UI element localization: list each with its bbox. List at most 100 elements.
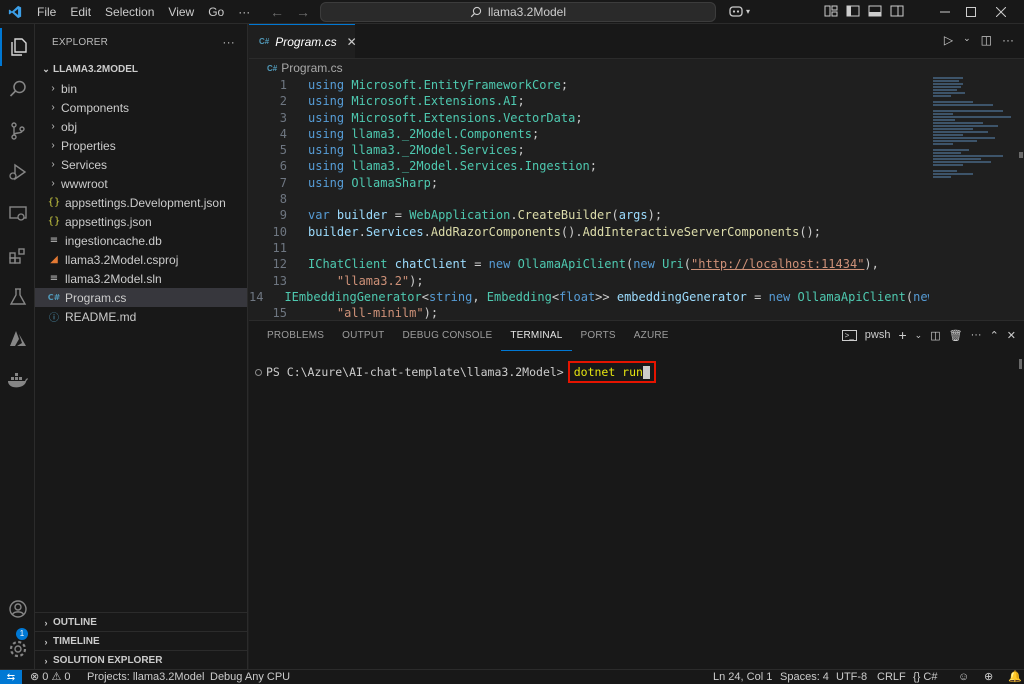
close-tab-icon[interactable]: ✕ xyxy=(347,35,357,49)
timeline-section[interactable]: › TIMELINE xyxy=(35,631,248,651)
tree-folder-components[interactable]: › Components xyxy=(35,98,247,117)
azure-activity[interactable] xyxy=(0,320,35,358)
trash-icon[interactable]: 🗑 xyxy=(949,329,963,342)
tab-debug-console[interactable]: DEBUG CONSOLE xyxy=(393,321,501,351)
chevron-down-icon: ▾ xyxy=(746,6,751,16)
project-status[interactable]: Projects: llama3.2Model xyxy=(87,670,204,684)
menu-more[interactable]: ··· xyxy=(231,0,257,24)
source-control-activity[interactable] xyxy=(0,112,35,150)
tree-file-readme[interactable]: ⓘ README.md xyxy=(35,307,247,326)
editor-scrollbar[interactable] xyxy=(1019,152,1023,158)
remote-indicator-icon[interactable]: ⇆ xyxy=(0,670,22,684)
code-line: 15 "all-minilm"); xyxy=(272,306,439,320)
run-debug-activity[interactable] xyxy=(0,153,35,191)
code-line: 14 IEmbeddingGenerator<string, Embedding<… xyxy=(249,289,929,304)
code-line: 10 builder.Services.AddRazorComponents().… xyxy=(272,224,822,239)
manage-activity[interactable] xyxy=(0,630,35,668)
breadcrumb-file: Program.cs xyxy=(281,61,343,75)
terminal-command: dotnet run xyxy=(573,365,643,379)
solution-explorer-label: SOLUTION EXPLORER xyxy=(53,655,163,666)
new-terminal-icon[interactable]: + xyxy=(898,327,906,343)
testing-activity[interactable] xyxy=(0,278,35,316)
debug-config-status[interactable]: Debug Any CPU xyxy=(210,670,290,684)
toggle-secondary-sidebar-icon[interactable] xyxy=(890,4,904,18)
tree-file-appsettings[interactable]: {} appsettings.json xyxy=(35,212,247,231)
toggle-primary-sidebar-icon[interactable] xyxy=(846,4,860,18)
tree-file-label: llama3.2Model.csproj xyxy=(65,252,179,267)
command-center-search[interactable]: llama3.2Model xyxy=(320,2,716,22)
menu-edit[interactable]: Edit xyxy=(63,0,98,24)
search-icon xyxy=(9,80,26,97)
tab-output[interactable]: OUTPUT xyxy=(333,321,393,351)
indentation-status[interactable]: Spaces: 4 xyxy=(780,670,829,684)
chevron-down-icon[interactable]: ⌄ xyxy=(963,33,971,47)
notifications-icon[interactable]: 🔔 xyxy=(1008,670,1022,684)
tree-file-ingestioncache[interactable]: ≡ ingestioncache.db xyxy=(35,231,247,250)
split-terminal-icon[interactable]: ◫ xyxy=(930,329,940,342)
toggle-panel-icon[interactable] xyxy=(868,4,882,18)
tab-program-cs[interactable]: C# Program.cs ✕ xyxy=(249,24,357,58)
menu-selection[interactable]: Selection xyxy=(98,0,161,24)
menu-file[interactable]: File xyxy=(30,0,63,24)
code-editor[interactable]: 1 using Microsoft.EntityFrameworkCore; 2u… xyxy=(249,77,929,320)
tree-folder-properties[interactable]: › Properties xyxy=(35,136,247,155)
more-actions-icon[interactable]: ··· xyxy=(971,329,982,341)
customize-layout-icon[interactable] xyxy=(824,4,838,18)
chevron-right-icon: › xyxy=(51,178,55,189)
problems-status[interactable]: ⊗ 0 ⚠ 0 xyxy=(30,670,70,684)
json-file-icon: {} xyxy=(47,197,61,208)
eol-status[interactable]: CRLF xyxy=(877,670,906,684)
accounts-activity[interactable] xyxy=(0,590,35,628)
solution-explorer-section[interactable]: › SOLUTION EXPLORER xyxy=(35,650,248,670)
tree-file-sln[interactable]: ≡ llama3.2Model.sln xyxy=(35,269,247,288)
terminal-output[interactable]: PS C:\Azure\AI-chat-template\llama3.2Mod… xyxy=(255,361,656,383)
explorer-sidebar: EXPLORER ··· ⌄ LLAMA3.2MODEL › bin › Com… xyxy=(35,24,248,669)
tree-file-program-cs[interactable]: C# Program.cs xyxy=(35,288,247,307)
terminal-scrollbar[interactable] xyxy=(1019,359,1022,369)
search-activity[interactable] xyxy=(0,70,35,108)
remote-explorer-activity[interactable] xyxy=(0,195,35,233)
outline-label: OUTLINE xyxy=(53,617,97,628)
tab-terminal[interactable]: TERMINAL xyxy=(501,321,572,351)
tree-file-label: llama3.2Model.sln xyxy=(65,271,162,286)
copilot-status-icon[interactable]: ☺ xyxy=(958,670,969,684)
tree-folder-wwwroot[interactable]: › wwwroot xyxy=(35,174,247,193)
tree-folder-bin[interactable]: › bin xyxy=(35,79,247,98)
outline-section[interactable]: › OUTLINE xyxy=(35,612,248,632)
tab-ports[interactable]: PORTS xyxy=(572,321,625,351)
minimap[interactable] xyxy=(933,77,1013,320)
language-mode-status[interactable]: {} C# xyxy=(913,670,937,684)
feedback-icon[interactable]: ⊕ xyxy=(984,670,993,684)
maximize-panel-icon[interactable]: ⌃ xyxy=(990,329,999,342)
menu-go[interactable]: Go xyxy=(201,0,231,24)
breadcrumb[interactable]: C# Program.cs xyxy=(249,59,1024,77)
docker-activity[interactable] xyxy=(0,362,35,400)
split-editor-icon[interactable]: ◫ xyxy=(981,33,992,47)
back-arrow-icon[interactable]: ← xyxy=(270,4,284,20)
sidebar-more-button[interactable]: ··· xyxy=(222,35,235,49)
tree-folder-obj[interactable]: › obj xyxy=(35,117,247,136)
bottom-panel: PROBLEMS OUTPUT DEBUG CONSOLE TERMINAL P… xyxy=(249,320,1024,669)
run-icon[interactable]: ▷ xyxy=(944,33,953,47)
more-actions-icon[interactable]: ··· xyxy=(1002,33,1014,47)
tree-file-csproj[interactable]: ◢ llama3.2Model.csproj xyxy=(35,250,247,269)
chevron-down-icon[interactable]: ⌄ xyxy=(915,330,923,341)
tree-file-appsettings-development[interactable]: {} appsettings.Development.json xyxy=(35,193,247,212)
tab-azure[interactable]: AZURE xyxy=(625,321,678,351)
extensions-activity[interactable] xyxy=(0,237,35,275)
terminal-shell-label[interactable]: pwsh xyxy=(865,329,891,341)
menu-view[interactable]: View xyxy=(161,0,201,24)
json-file-icon: {} xyxy=(47,216,61,227)
tree-folder-services[interactable]: › Services xyxy=(35,155,247,174)
tab-problems[interactable]: PROBLEMS xyxy=(258,321,333,351)
close-panel-icon[interactable]: ✕ xyxy=(1007,329,1016,342)
copilot-button[interactable]: ▾ xyxy=(728,4,750,18)
cursor-position-status[interactable]: Ln 24, Col 1 xyxy=(713,670,772,684)
explorer-activity[interactable] xyxy=(0,28,35,66)
gear-icon xyxy=(9,640,26,658)
workspace-root[interactable]: ⌄ LLAMA3.2MODEL xyxy=(35,60,247,79)
forward-arrow-icon[interactable]: → xyxy=(296,4,310,20)
close-window-button[interactable] xyxy=(978,0,1024,24)
encoding-status[interactable]: UTF-8 xyxy=(836,670,867,684)
terminal-prompt: PS C:\Azure\AI-chat-template\llama3.2Mod… xyxy=(266,365,564,379)
